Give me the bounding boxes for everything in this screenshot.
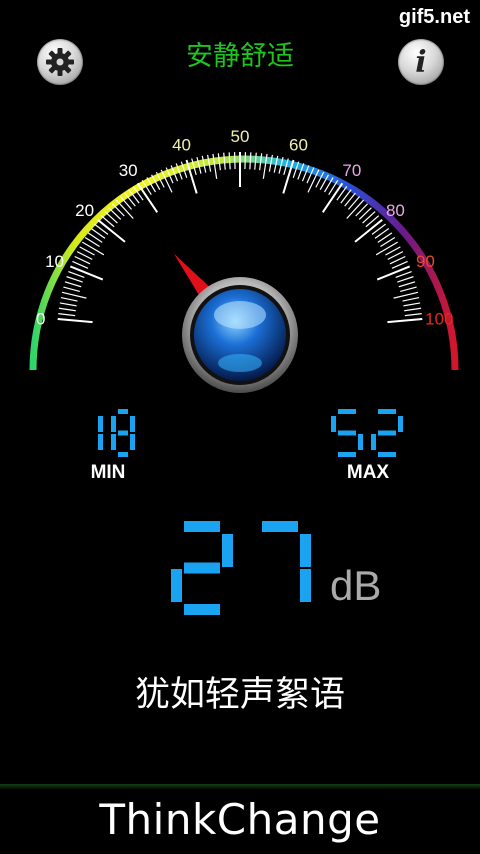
- gauge-tick: [404, 313, 422, 317]
- gauge-tick: [254, 152, 257, 170]
- gauge-tick-label: 60: [289, 136, 308, 155]
- max-label: MAX: [346, 462, 390, 483]
- gauge-tick: [58, 307, 76, 312]
- gauge-tick-label: 90: [416, 252, 435, 271]
- gauge-tick: [233, 152, 236, 170]
- info-button[interactable]: i: [398, 39, 444, 85]
- digit-segment: [111, 434, 116, 450]
- gauge-tick: [402, 296, 420, 302]
- noise-description: 犹如轻声絮语: [134, 675, 345, 715]
- gauge-tick: [61, 291, 87, 299]
- gauge-tick: [97, 219, 126, 243]
- max-reading: MAX: [330, 408, 406, 484]
- gauge-tick: [223, 152, 226, 170]
- digit-segment: [338, 409, 356, 414]
- digit-segment: [331, 416, 336, 432]
- digit-segment: [358, 434, 363, 450]
- digit-segment: [118, 409, 128, 414]
- gauge-tick: [397, 276, 414, 283]
- gauge-tick: [82, 241, 105, 256]
- gauge-tick: [355, 203, 369, 217]
- digit-segment: [338, 430, 356, 436]
- gauge-tick-label: 30: [119, 161, 138, 180]
- digit-segment: [130, 416, 135, 432]
- brand-name: ThinkChange: [99, 795, 381, 844]
- digit-segment: [300, 569, 311, 602]
- gauge-tick: [249, 152, 252, 170]
- gauge-tick: [69, 265, 104, 281]
- digit-segment: [398, 416, 403, 432]
- gauge-tick: [376, 265, 411, 281]
- gauge-tick: [400, 286, 417, 293]
- min-value-display: [98, 409, 135, 457]
- max-value-display: [331, 409, 403, 457]
- gauge-tick: [362, 211, 376, 224]
- digit-segment: [378, 409, 396, 414]
- info-icon: i: [415, 44, 427, 80]
- gauge-tick: [228, 152, 231, 170]
- digit-segment: [171, 569, 182, 602]
- gauge-tick: [104, 211, 118, 224]
- digit-segment: [378, 430, 396, 436]
- digit-segment: [98, 416, 103, 432]
- digit-segment: [98, 434, 103, 450]
- decibel-gauge: 0 10 20 30 40 50 60 70 80 90 100: [29, 127, 459, 393]
- gauge-tick: [354, 219, 383, 243]
- digit-segment: [130, 434, 135, 450]
- gauge-tick-label: 20: [75, 201, 94, 220]
- gauge-tick: [404, 307, 422, 312]
- digit-segment: [184, 521, 220, 532]
- gauge-tick: [58, 313, 76, 317]
- gauge-tick: [68, 270, 85, 278]
- gauge-tick: [393, 291, 419, 299]
- gauge-tick-label: 80: [386, 201, 405, 220]
- gauge-tick: [57, 318, 93, 324]
- gauge-tick: [348, 196, 361, 210]
- gauge-tick: [244, 152, 247, 170]
- gauge-tick: [387, 318, 423, 324]
- digit-segment: [300, 534, 311, 567]
- gauge-tick-label: 100: [425, 310, 453, 329]
- digit-segment: [378, 452, 396, 457]
- unit-label: dB: [330, 562, 382, 609]
- gauge-tick: [63, 286, 80, 293]
- digit-segment: [338, 452, 356, 457]
- digit-segment: [222, 534, 233, 567]
- min-label: MIN: [90, 462, 126, 483]
- watermark-text: gif5.net: [398, 6, 470, 28]
- gauge-tick: [358, 207, 372, 220]
- footer-divider: [0, 784, 480, 790]
- gauge-tick: [66, 276, 83, 283]
- gauge-tick-label: 0: [36, 310, 45, 329]
- gauge-tick: [398, 281, 416, 288]
- gauge-tick: [108, 207, 122, 220]
- min-reading: MIN: [78, 408, 138, 484]
- gauge-tick-label: 70: [342, 161, 361, 180]
- digit-segment: [371, 434, 376, 450]
- digit-segment: [111, 416, 116, 432]
- gauge-tick: [60, 296, 78, 302]
- gauge-tick: [64, 281, 82, 288]
- gauge-tick-label: 50: [231, 127, 250, 146]
- digit-segment: [262, 521, 298, 532]
- digit-segment: [184, 604, 220, 615]
- current-value-display: [171, 521, 311, 615]
- gauge-tick: [403, 302, 421, 307]
- gauge-tick: [344, 192, 356, 207]
- gauge-tick: [59, 302, 77, 307]
- gauge-tick: [111, 203, 125, 217]
- gauge-tick: [375, 241, 398, 256]
- gauge-tick-label: 10: [45, 252, 64, 271]
- gauge-tick: [395, 270, 412, 278]
- digit-segment: [118, 430, 128, 436]
- digit-segment: [184, 562, 220, 574]
- gauge-hub: [182, 277, 298, 393]
- gauge-tick-label: 40: [172, 136, 191, 155]
- digit-segment: [118, 452, 128, 457]
